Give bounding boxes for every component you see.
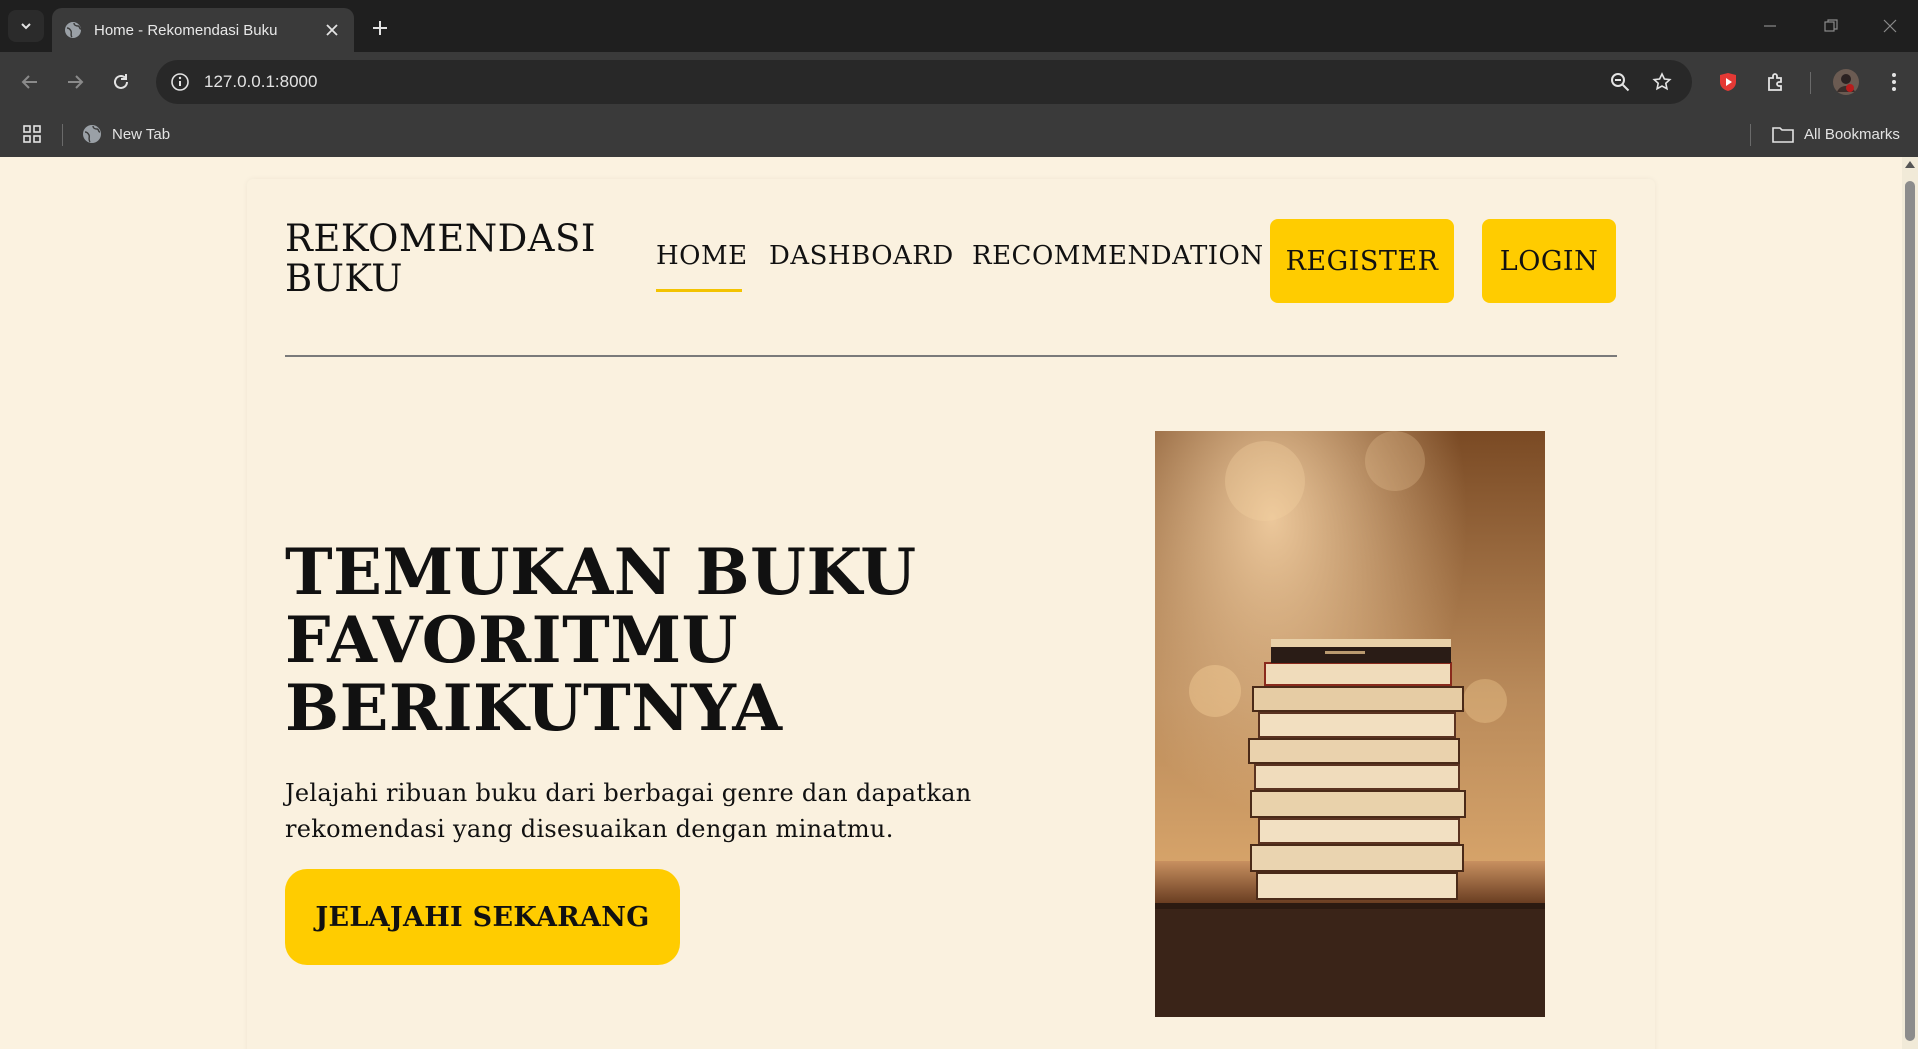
close-icon <box>326 24 338 36</box>
reload-button[interactable] <box>107 68 135 96</box>
login-button[interactable]: LOGIN <box>1482 219 1616 303</box>
nav-home[interactable]: HOME <box>656 241 748 271</box>
apps-grid-icon[interactable] <box>22 120 42 148</box>
main-card: REKOMENDASI BUKU HOME DASHBOARD RECOMMEN… <box>247 179 1655 1049</box>
arrow-right-icon <box>68 75 84 89</box>
site-info-icon[interactable] <box>168 70 192 94</box>
arrow-left-icon <box>21 75 37 89</box>
globe-icon <box>65 22 82 38</box>
address-bar[interactable]: 127.0.0.1:8000 <box>156 60 1692 104</box>
zoom-icon[interactable] <box>1608 70 1632 94</box>
bookmark-star-icon[interactable] <box>1650 70 1674 94</box>
site-brand[interactable]: REKOMENDASI BUKU <box>285 219 615 299</box>
nav-dashboard[interactable]: DASHBOARD <box>769 241 954 271</box>
tab-close-button[interactable] <box>322 20 342 40</box>
globe-icon <box>83 125 101 143</box>
register-button[interactable]: REGISTER <box>1270 219 1454 303</box>
bookmark-label: New Tab <box>112 125 171 143</box>
youtube-extension-icon[interactable] <box>1714 68 1742 96</box>
all-bookmarks-label: All Bookmarks <box>1804 125 1900 143</box>
reload-icon <box>114 74 128 89</box>
bookmarks-separator <box>1750 124 1751 146</box>
page-viewport: REKOMENDASI BUKU HOME DASHBOARD RECOMMEN… <box>0 157 1918 1049</box>
browser-tab-bar: Home - Rekomendasi Buku <box>0 0 1918 52</box>
hero-description: Jelajahi ribuan buku dari berbagai genre… <box>285 779 972 843</box>
scroll-up-arrow-icon[interactable] <box>1905 161 1915 168</box>
nav-active-indicator <box>656 289 742 292</box>
toolbar-separator <box>1810 72 1811 94</box>
profile-avatar[interactable] <box>1832 68 1860 96</box>
tab-title: Home - Rekomendasi Buku <box>94 21 278 39</box>
all-bookmarks-button[interactable]: All Bookmarks <box>1772 120 1900 148</box>
hero-books-image <box>1155 431 1545 1017</box>
minimize-icon <box>1764 25 1776 27</box>
new-tab-button[interactable] <box>366 14 394 42</box>
hero-title: TEMUKAN BUKU FAVORITMU BERIKUTNYA <box>285 535 917 746</box>
bookmarks-separator <box>62 124 63 146</box>
plus-icon <box>373 21 387 35</box>
tab-search-button[interactable] <box>8 10 44 42</box>
url-text[interactable]: 127.0.0.1:8000 <box>204 72 317 92</box>
nav-recommendation[interactable]: RECOMMENDATION <box>972 241 1264 271</box>
restore-button[interactable] <box>1811 12 1851 40</box>
bookmarks-bar: New Tab All Bookmarks <box>0 112 1918 157</box>
bookmark-new-tab[interactable]: New Tab <box>82 120 170 148</box>
browser-tab-active[interactable]: Home - Rekomendasi Buku <box>52 8 354 52</box>
close-icon <box>1883 19 1897 33</box>
folder-icon <box>1772 127 1794 143</box>
chevron-down-icon <box>21 23 31 30</box>
back-button[interactable] <box>16 68 44 96</box>
browser-toolbar: 127.0.0.1:8000 <box>0 52 1918 112</box>
page-scrollbar[interactable] <box>1902 157 1918 1049</box>
close-window-button[interactable] <box>1870 12 1910 40</box>
header-divider <box>285 355 1617 357</box>
restore-icon <box>1824 19 1838 32</box>
explore-now-button[interactable]: JELAJAHI SEKARANG <box>285 869 680 965</box>
minimize-button[interactable] <box>1750 12 1790 40</box>
more-menu-icon[interactable] <box>1880 68 1908 96</box>
scroll-thumb[interactable] <box>1905 181 1915 1041</box>
forward-button[interactable] <box>61 68 89 96</box>
extensions-puzzle-icon[interactable] <box>1762 68 1790 96</box>
